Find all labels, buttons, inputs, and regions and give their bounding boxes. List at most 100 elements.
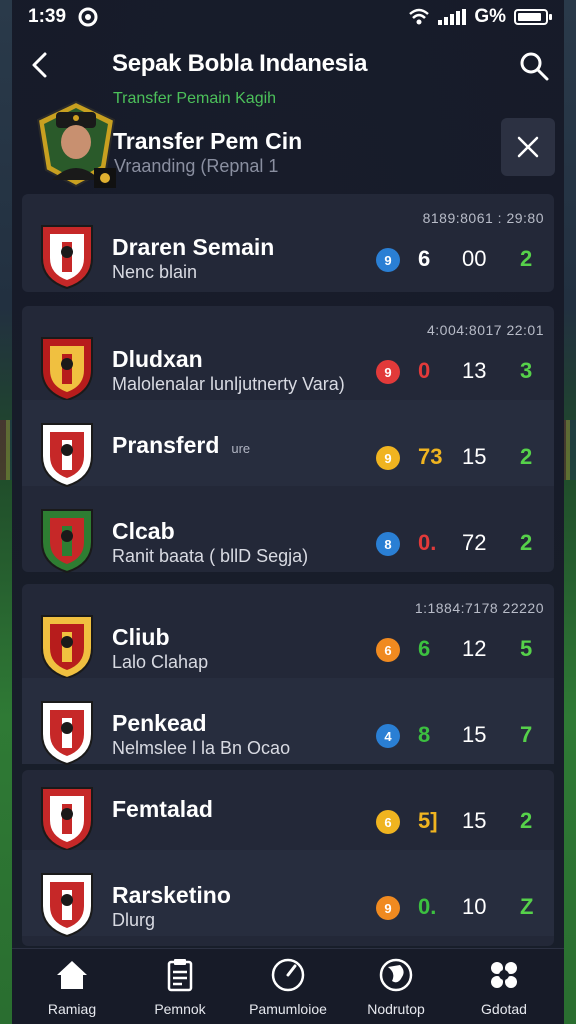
status-bar: 1:39 G%: [0, 0, 576, 34]
stat-value-3: Z: [520, 894, 534, 919]
page-subtitle: Transfer Pemain Kagih: [113, 90, 277, 107]
status-dot-icon: 6: [376, 810, 400, 834]
stat-value-3: 2: [520, 808, 533, 833]
club-subtitle: Malolenalar lunljutnerty Vara): [112, 374, 345, 394]
club-crest-icon: [41, 337, 93, 402]
club-name: Clcab: [112, 518, 175, 544]
club-crest-icon: [41, 787, 93, 852]
club-name: Draren Semain: [112, 234, 275, 260]
notification-icon: [78, 7, 98, 27]
stat-value-3: 5: [520, 636, 533, 661]
stat-value-3: 2: [520, 444, 533, 469]
transfer-title: Transfer Pem Cin: [113, 128, 303, 154]
back-button[interactable]: [26, 50, 56, 80]
stat-value-2: 12: [462, 636, 487, 661]
club-subtitle: Nenc blain: [112, 262, 198, 282]
home-icon: [57, 961, 87, 989]
close-icon: [517, 136, 539, 158]
signal-icon: [438, 9, 467, 25]
status-dot-icon: 9: [376, 446, 400, 470]
club-row[interactable]: Rarsketino Dlurg 9 0. 10 Z: [22, 850, 554, 938]
stat-value-3: 3: [520, 358, 533, 383]
stat-value-1: 0.: [418, 894, 437, 919]
club-row[interactable]: Femtalad 6 5] 15 2: [22, 764, 554, 852]
app-header: Sepak Bobla Indanesia: [12, 40, 564, 90]
club-subtitle: Nelmslee l la Bn Ocao: [112, 738, 291, 758]
nav-label: Ramiag: [47, 1001, 97, 1017]
stat-value-2: 00: [462, 246, 487, 271]
stat-value-1: 0: [418, 358, 431, 383]
row-timestamp: 1:1884:7178 22220: [414, 600, 544, 616]
club-subtitle: Ranit baata ( bllD Segja): [112, 546, 309, 566]
nav-item-stats[interactable]: Pamumloioe: [236, 949, 340, 1024]
stat-value-2: 10: [462, 894, 487, 919]
stat-value-1: 73: [418, 444, 443, 469]
club-row[interactable]: Pransferd ure 9 73 15 2: [22, 400, 554, 488]
nav-label: Pamumloioe: [249, 1001, 327, 1017]
club-row[interactable]: Dludxan Malolenalar lunljutnerty Vara) 4…: [22, 314, 554, 402]
nav-item-news[interactable]: Nodrutop: [344, 949, 448, 1024]
transfer-subtitle: Vraanding (Repnal 1: [114, 156, 279, 176]
stat-value-1: 0.: [418, 530, 437, 555]
stat-value-1: 6: [418, 636, 431, 661]
status-time: 1:39: [28, 6, 67, 27]
battery-fill: [518, 13, 542, 21]
row-timestamp: 4:004:8017 22:01: [427, 322, 544, 338]
page-title: Sepak Bobla Indanesia: [112, 50, 368, 77]
club-name: Femtalad: [112, 796, 213, 822]
wifi-icon: [409, 8, 430, 25]
club-crest-icon: [41, 873, 93, 938]
search-button[interactable]: [518, 50, 550, 82]
status-dot-icon: 9: [376, 360, 400, 384]
club-name: Cliub: [112, 624, 170, 650]
settings-icon: [491, 962, 517, 988]
club-name: Penkead: [112, 710, 207, 736]
stat-value-2: 15: [462, 444, 487, 469]
stat-value-2: 15: [462, 808, 487, 833]
clipboard-icon: [167, 959, 193, 992]
nav-label: Nodrutop: [367, 1001, 425, 1017]
nav-item-transfer[interactable]: Pemnok: [128, 949, 232, 1024]
player-avatar: [36, 100, 116, 188]
club-row[interactable]: Clcab Ranit baata ( bllD Segja) 8 0. 72 …: [22, 486, 554, 574]
nav-item-settings[interactable]: Gdotad: [452, 949, 556, 1024]
club-crest-icon: [41, 423, 93, 488]
status-dot-icon: 8: [376, 532, 400, 556]
close-button[interactable]: [501, 118, 555, 176]
gauge-icon: [271, 958, 305, 992]
club-row[interactable]: Draren Semain Nenc blain 8189:8061 : 29:…: [22, 202, 554, 290]
club-crest-icon: [41, 615, 93, 680]
nav-label: Pemnok: [154, 1001, 206, 1017]
bottom-nav: Ramiag Pemnok Pamumloioe Nodrutop Gdotad: [12, 948, 564, 1024]
club-name: Rarsketino: [112, 882, 231, 908]
nav-item-home[interactable]: Ramiag: [20, 949, 124, 1024]
club-row[interactable]: Cliub Lalo Clahap 1:1884:7178 22220 6 6 …: [22, 592, 554, 680]
club-crest-icon: [41, 225, 93, 290]
stat-value-1: 8: [418, 722, 431, 747]
status-dot-icon: 9: [376, 896, 400, 920]
club-row[interactable]: Penkead Nelmslee l la Bn Ocao 4 8 15 7: [22, 678, 554, 766]
club-subtitle: Lalo Clahap: [112, 652, 209, 672]
club-crest-icon: [41, 701, 93, 766]
club-name: Dludxan: [112, 346, 203, 372]
stat-value-1: 5]: [418, 808, 438, 833]
club-subtitle: Dlurg: [112, 910, 156, 930]
club-name: Pransferd ure: [112, 432, 251, 458]
club-crest-icon: [41, 509, 93, 574]
status-dot-icon: 9: [376, 248, 400, 272]
stat-value-3: 2: [520, 530, 533, 555]
stat-value-3: 2: [520, 246, 533, 271]
status-dot-icon: 4: [376, 724, 400, 748]
nav-label: Gdotad: [481, 1001, 527, 1017]
stat-value-2: 13: [462, 358, 487, 383]
battery-icon: [514, 9, 552, 25]
battery-percent: G%: [474, 6, 506, 27]
stat-value-3: 7: [520, 722, 533, 747]
globe-icon: [379, 958, 413, 992]
stat-value-2: 72: [462, 530, 487, 555]
stat-value-1: 6: [418, 246, 431, 271]
stat-value-2: 15: [462, 722, 487, 747]
status-dot-icon: 6: [376, 638, 400, 662]
club-tag: ure: [231, 441, 251, 456]
row-timestamp: 8189:8061 : 29:80: [422, 210, 544, 226]
